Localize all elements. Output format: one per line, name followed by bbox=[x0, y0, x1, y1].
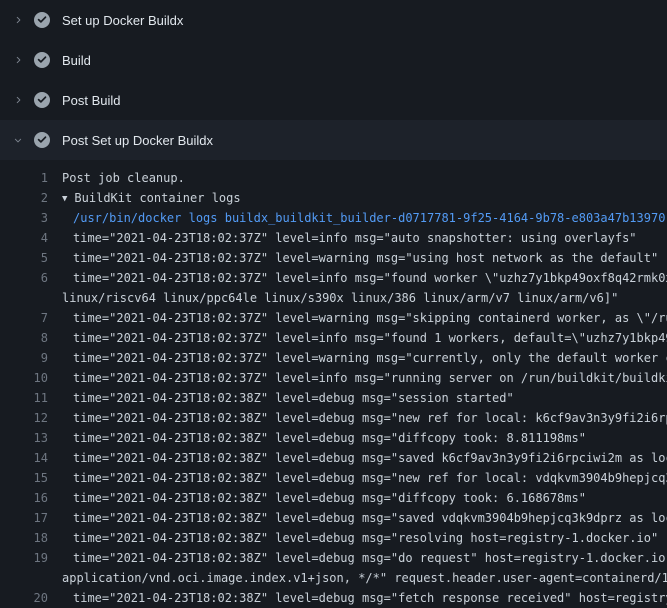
check-circle-icon bbox=[34, 132, 50, 148]
line-number: 9 bbox=[0, 348, 48, 368]
log-text: time="2021-04-23T18:02:38Z" level=debug … bbox=[48, 388, 667, 408]
log-line: 19time="2021-04-23T18:02:38Z" level=debu… bbox=[0, 548, 667, 568]
line-number: 11 bbox=[0, 388, 48, 408]
chevron-down-icon[interactable] bbox=[12, 132, 24, 148]
log-text: time="2021-04-23T18:02:37Z" level=warnin… bbox=[48, 348, 667, 368]
log-text: time="2021-04-23T18:02:38Z" level=debug … bbox=[48, 528, 667, 548]
log-line: 9time="2021-04-23T18:02:37Z" level=warni… bbox=[0, 348, 667, 368]
log-text: linux/riscv64 linux/ppc64le linux/s390x … bbox=[48, 288, 667, 308]
line-number: 13 bbox=[0, 428, 48, 448]
log-text: time="2021-04-23T18:02:37Z" level=info m… bbox=[48, 228, 667, 248]
log-line: 12time="2021-04-23T18:02:38Z" level=debu… bbox=[0, 408, 667, 428]
log-line: 4time="2021-04-23T18:02:37Z" level=info … bbox=[0, 228, 667, 248]
line-number: 16 bbox=[0, 488, 48, 508]
line-number bbox=[0, 288, 48, 308]
chevron-right-icon[interactable] bbox=[12, 52, 24, 68]
line-number: 2 bbox=[0, 188, 48, 208]
log-text: time="2021-04-23T18:02:38Z" level=debug … bbox=[48, 508, 667, 528]
check-circle-icon bbox=[34, 12, 50, 28]
log-text: time="2021-04-23T18:02:37Z" level=info m… bbox=[48, 268, 667, 288]
log-line: 16time="2021-04-23T18:02:38Z" level=debu… bbox=[0, 488, 667, 508]
step-label: Post Build bbox=[62, 93, 121, 108]
log-text: time="2021-04-23T18:02:38Z" level=debug … bbox=[48, 408, 667, 428]
step-label: Set up Docker Buildx bbox=[62, 13, 183, 28]
log-line: 17time="2021-04-23T18:02:38Z" level=debu… bbox=[0, 508, 667, 528]
log-text: Post job cleanup. bbox=[48, 168, 667, 188]
log-line: 1Post job cleanup. bbox=[0, 168, 667, 188]
line-number: 1 bbox=[0, 168, 48, 188]
log-line: 14time="2021-04-23T18:02:38Z" level=debu… bbox=[0, 448, 667, 468]
log-text: time="2021-04-23T18:02:37Z" level=info m… bbox=[48, 368, 667, 388]
step-header-post-build[interactable]: Post Build bbox=[0, 80, 667, 120]
chevron-right-icon[interactable] bbox=[12, 12, 24, 28]
log-line: 10time="2021-04-23T18:02:37Z" level=info… bbox=[0, 368, 667, 388]
check-circle-icon bbox=[34, 52, 50, 68]
check-circle-icon bbox=[34, 92, 50, 108]
line-number: 7 bbox=[0, 308, 48, 328]
step-header-post-set-up-docker-buildx[interactable]: Post Set up Docker Buildx bbox=[0, 120, 667, 160]
line-number bbox=[0, 568, 48, 588]
line-number: 12 bbox=[0, 408, 48, 428]
line-number: 20 bbox=[0, 588, 48, 608]
log-line: 18time="2021-04-23T18:02:38Z" level=debu… bbox=[0, 528, 667, 548]
line-number: 15 bbox=[0, 468, 48, 488]
step-label: Post Set up Docker Buildx bbox=[62, 133, 213, 148]
log-line: application/vnd.oci.image.index.v1+json,… bbox=[0, 568, 667, 588]
log-line: 11time="2021-04-23T18:02:38Z" level=debu… bbox=[0, 388, 667, 408]
log-text: time="2021-04-23T18:02:38Z" level=debug … bbox=[48, 488, 667, 508]
line-number: 10 bbox=[0, 368, 48, 388]
line-number: 3 bbox=[0, 208, 48, 228]
log-group-label: BuildKit container logs bbox=[74, 191, 240, 205]
log-group-toggle[interactable]: ▼ BuildKit container logs bbox=[48, 188, 667, 208]
log-text: time="2021-04-23T18:02:38Z" level=debug … bbox=[48, 468, 667, 488]
log-line: linux/riscv64 linux/ppc64le linux/s390x … bbox=[0, 288, 667, 308]
log-text: time="2021-04-23T18:02:37Z" level=warnin… bbox=[48, 308, 667, 328]
line-number: 17 bbox=[0, 508, 48, 528]
line-number: 5 bbox=[0, 248, 48, 268]
log-line: 13time="2021-04-23T18:02:38Z" level=debu… bbox=[0, 428, 667, 448]
log-line: 7time="2021-04-23T18:02:37Z" level=warni… bbox=[0, 308, 667, 328]
line-number: 6 bbox=[0, 268, 48, 288]
log-text: application/vnd.oci.image.index.v1+json,… bbox=[48, 568, 667, 588]
log-line: 15time="2021-04-23T18:02:38Z" level=debu… bbox=[0, 468, 667, 488]
step-header-set-up-docker-buildx[interactable]: Set up Docker Buildx bbox=[0, 0, 667, 40]
log-line: 6time="2021-04-23T18:02:37Z" level=info … bbox=[0, 268, 667, 288]
log-line: 2 ▼ BuildKit container logs bbox=[0, 188, 667, 208]
line-number: 18 bbox=[0, 528, 48, 548]
log-line: 3/usr/bin/docker logs buildx_buildkit_bu… bbox=[0, 208, 667, 228]
disclosure-triangle-icon[interactable]: ▼ bbox=[62, 189, 67, 208]
log-text: time="2021-04-23T18:02:38Z" level=debug … bbox=[48, 448, 667, 468]
line-number: 8 bbox=[0, 328, 48, 348]
log-viewer: 1Post job cleanup.2 ▼ BuildKit container l… bbox=[0, 160, 667, 608]
line-number: 4 bbox=[0, 228, 48, 248]
log-line: 20time="2021-04-23T18:02:38Z" level=debu… bbox=[0, 588, 667, 608]
log-command-text: /usr/bin/docker logs buildx_buildkit_bui… bbox=[48, 208, 667, 228]
chevron-right-icon[interactable] bbox=[12, 92, 24, 108]
log-text: time="2021-04-23T18:02:38Z" level=debug … bbox=[48, 428, 667, 448]
log-line: 8time="2021-04-23T18:02:37Z" level=info … bbox=[0, 328, 667, 348]
line-number: 19 bbox=[0, 548, 48, 568]
step-label: Build bbox=[62, 53, 91, 68]
step-header-build[interactable]: Build bbox=[0, 40, 667, 80]
log-text: time="2021-04-23T18:02:38Z" level=debug … bbox=[48, 588, 667, 608]
log-text: time="2021-04-23T18:02:38Z" level=debug … bbox=[48, 548, 667, 568]
log-line: 5time="2021-04-23T18:02:37Z" level=warni… bbox=[0, 248, 667, 268]
log-text: time="2021-04-23T18:02:37Z" level=warnin… bbox=[48, 248, 667, 268]
log-text: time="2021-04-23T18:02:37Z" level=info m… bbox=[48, 328, 667, 348]
line-number: 14 bbox=[0, 448, 48, 468]
workflow-steps-list: Set up Docker Buildx Build Post Build Post … bbox=[0, 0, 667, 160]
